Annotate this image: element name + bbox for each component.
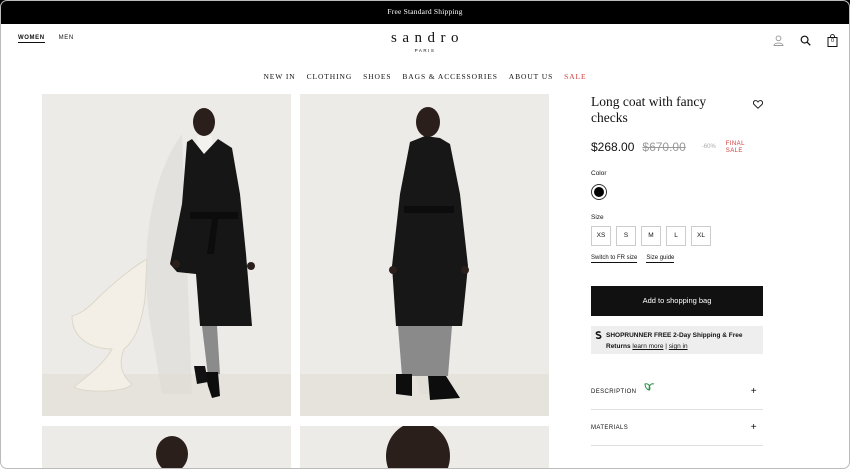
cart-icon[interactable]: 0 xyxy=(827,34,838,47)
size-s[interactable]: S xyxy=(616,226,636,246)
accordion-materials-label: MATERIALS xyxy=(591,425,629,431)
materials-plus-icon[interactable]: + xyxy=(751,410,757,446)
main-nav: NEW IN CLOTHING SHOES BAGS & ACCESSORIES… xyxy=(0,72,850,81)
nav-new-in[interactable]: NEW IN xyxy=(263,72,295,81)
nav-about-us[interactable]: ABOUT US xyxy=(509,72,553,81)
search-icon[interactable] xyxy=(800,35,811,46)
size-xs[interactable]: XS xyxy=(591,226,611,246)
logo[interactable]: sandro PARIS xyxy=(0,30,850,53)
product-image-back[interactable] xyxy=(300,94,549,416)
accordion-description-label: DESCRIPTION xyxy=(591,389,637,395)
discount-badge: -60% xyxy=(701,144,716,150)
product-image-closeup[interactable] xyxy=(42,426,291,469)
size-m[interactable]: M xyxy=(641,226,661,246)
learn-more-link[interactable]: learn more xyxy=(632,343,663,350)
description-plus-icon[interactable]: + xyxy=(751,374,757,410)
heart-icon[interactable] xyxy=(752,96,764,114)
final-sale-badge: FINAL SALE xyxy=(725,141,745,154)
shoprunner-separator: | xyxy=(665,343,667,350)
logo-subtitle: PARIS xyxy=(414,48,436,53)
size-options: XS S M L XL xyxy=(591,226,766,246)
product-details: Long coat with fancy checks $268.00 $670… xyxy=(591,94,766,446)
logo-wordmark: sandro xyxy=(391,30,464,46)
eco-icon xyxy=(644,372,655,408)
nav-bags-accessories[interactable]: BAGS & ACCESSORIES xyxy=(402,72,497,81)
shoprunner-banner: SHOPRUNNER FREE 2-Day Shipping & Free Re… xyxy=(591,326,763,354)
product-image-front[interactable] xyxy=(42,94,291,416)
color-swatch-black[interactable] xyxy=(591,184,607,200)
add-to-bag-button[interactable]: Add to shopping bag xyxy=(591,286,763,316)
switch-fr-size-link[interactable]: Switch to FR size xyxy=(591,255,638,263)
account-icon[interactable] xyxy=(773,35,784,46)
nav-sale[interactable]: SALE xyxy=(564,72,586,81)
accordion-materials[interactable]: MATERIALS + xyxy=(591,410,763,446)
size-guide-link[interactable]: Size guide xyxy=(646,255,675,263)
size-xl[interactable]: XL xyxy=(691,226,711,246)
price-row: $268.00 $670.00 -60% FINAL SALE xyxy=(591,140,766,155)
product-title: Long coat with fancy checks xyxy=(591,94,707,125)
color-label: Color xyxy=(591,170,607,177)
header-icons: 0 xyxy=(773,34,838,47)
nav-shoes[interactable]: SHOES xyxy=(363,72,391,81)
site-header: WOMEN MEN sandro PARIS 0 NEW IN CLOTHING… xyxy=(0,24,850,94)
shoprunner-icon xyxy=(595,331,602,343)
size-l[interactable]: L xyxy=(666,226,686,246)
cart-count: 0 xyxy=(830,38,835,44)
nav-clothing[interactable]: CLOTHING xyxy=(307,72,353,81)
size-links: Switch to FR size Size guide xyxy=(591,255,766,263)
promo-banner: Free Standard Shipping xyxy=(0,0,850,24)
product-image-face[interactable] xyxy=(300,426,549,469)
size-label: Size xyxy=(591,214,604,221)
accordion-description[interactable]: DESCRIPTION + xyxy=(591,374,763,410)
original-price: $670.00 xyxy=(642,140,686,154)
sale-price: $268.00 xyxy=(591,140,635,154)
sign-in-link[interactable]: sign in xyxy=(669,343,688,350)
